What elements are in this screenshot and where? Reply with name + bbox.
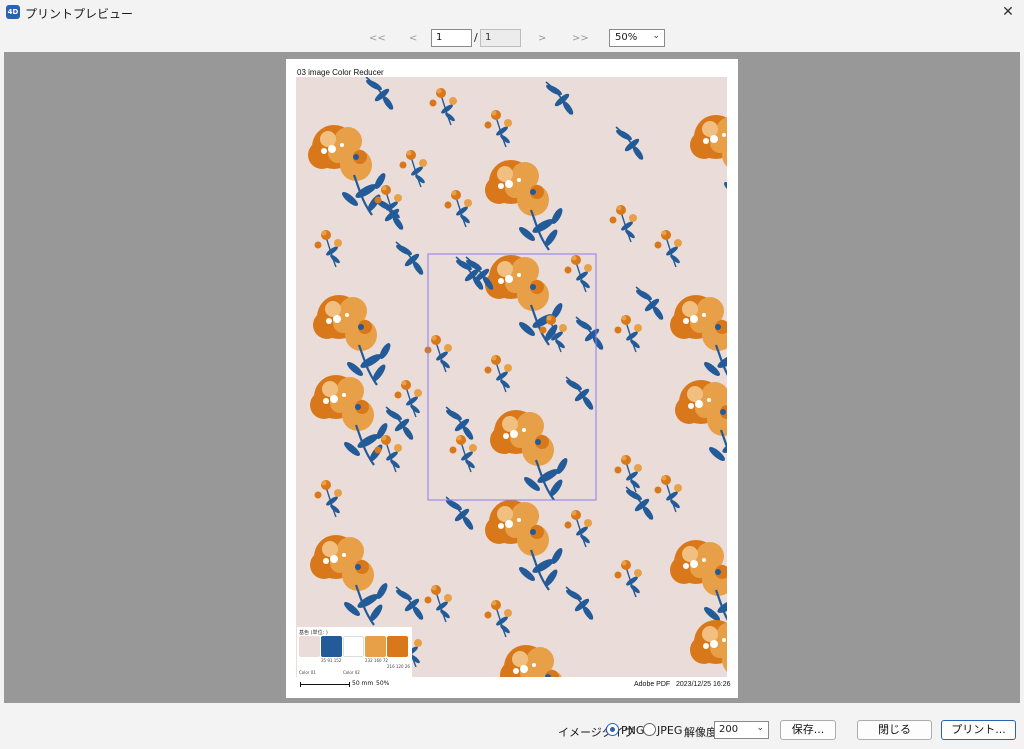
close-button[interactable]: 閉じる bbox=[857, 720, 932, 740]
swatch-label-light-orange: 232 160 72 bbox=[365, 658, 388, 663]
swatch-blue bbox=[321, 636, 342, 657]
png-radio[interactable] bbox=[606, 723, 619, 736]
first-page-button[interactable]: << bbox=[369, 29, 386, 48]
swatch-label-dark-orange: 216 120 26 bbox=[387, 664, 410, 669]
png-label[interactable]: PNG bbox=[621, 724, 644, 737]
document-title: 03 image Color Reducer bbox=[297, 68, 384, 77]
save-button[interactable]: 保存... bbox=[780, 720, 836, 740]
zoom-value: 50% bbox=[615, 32, 638, 43]
scale-label: 50 mm bbox=[352, 680, 374, 687]
resolution-value: 200 bbox=[719, 724, 739, 735]
scale-percent: 50% bbox=[376, 680, 390, 687]
color-legend: 基色 (単位: ) 35 91 152 232 160 72 216 120 2… bbox=[297, 627, 412, 685]
zoom-select[interactable]: 50% ⌄ bbox=[609, 29, 665, 47]
last-page-button[interactable]: >> bbox=[572, 29, 589, 48]
title-bar: 4D プリントプレビュー ✕ bbox=[0, 0, 1024, 24]
swatch-name-2: Color 02 bbox=[343, 670, 360, 675]
printer-name: Adobe PDF bbox=[634, 681, 671, 688]
prev-page-button[interactable]: < bbox=[409, 29, 417, 48]
app-icon: 4D bbox=[6, 5, 20, 19]
close-icon[interactable]: ✕ bbox=[996, 2, 1020, 22]
next-page-button[interactable]: > bbox=[538, 29, 546, 48]
chevron-down-icon: ⌄ bbox=[652, 31, 660, 41]
page-separator: / bbox=[474, 31, 478, 44]
resolution-select[interactable]: 200 ⌄ bbox=[714, 721, 769, 739]
chevron-down-icon: ⌄ bbox=[756, 723, 764, 733]
print-date: 2023/12/25 16:26 bbox=[676, 681, 731, 688]
jpeg-radio[interactable] bbox=[643, 723, 656, 736]
swatch-background bbox=[299, 636, 320, 657]
swatch-light-orange bbox=[365, 636, 386, 657]
resolution-label: 解像度 bbox=[684, 726, 717, 739]
total-pages: 1 bbox=[480, 29, 521, 47]
print-button[interactable]: プリント... bbox=[941, 720, 1016, 740]
swatch-name-1: Color 01 bbox=[299, 670, 316, 675]
swatch-dark-orange bbox=[387, 636, 408, 657]
floral-artwork bbox=[296, 77, 727, 677]
window-title: プリントプレビュー bbox=[25, 7, 134, 21]
scale-bar bbox=[300, 682, 350, 687]
swatch-label-blue: 35 91 152 bbox=[321, 658, 342, 663]
swatch-white bbox=[343, 636, 364, 657]
jpeg-label[interactable]: JPEG bbox=[657, 724, 682, 737]
legend-title: 基色 (単位: ) bbox=[299, 630, 328, 636]
page-number-input[interactable]: 1 bbox=[431, 29, 472, 47]
